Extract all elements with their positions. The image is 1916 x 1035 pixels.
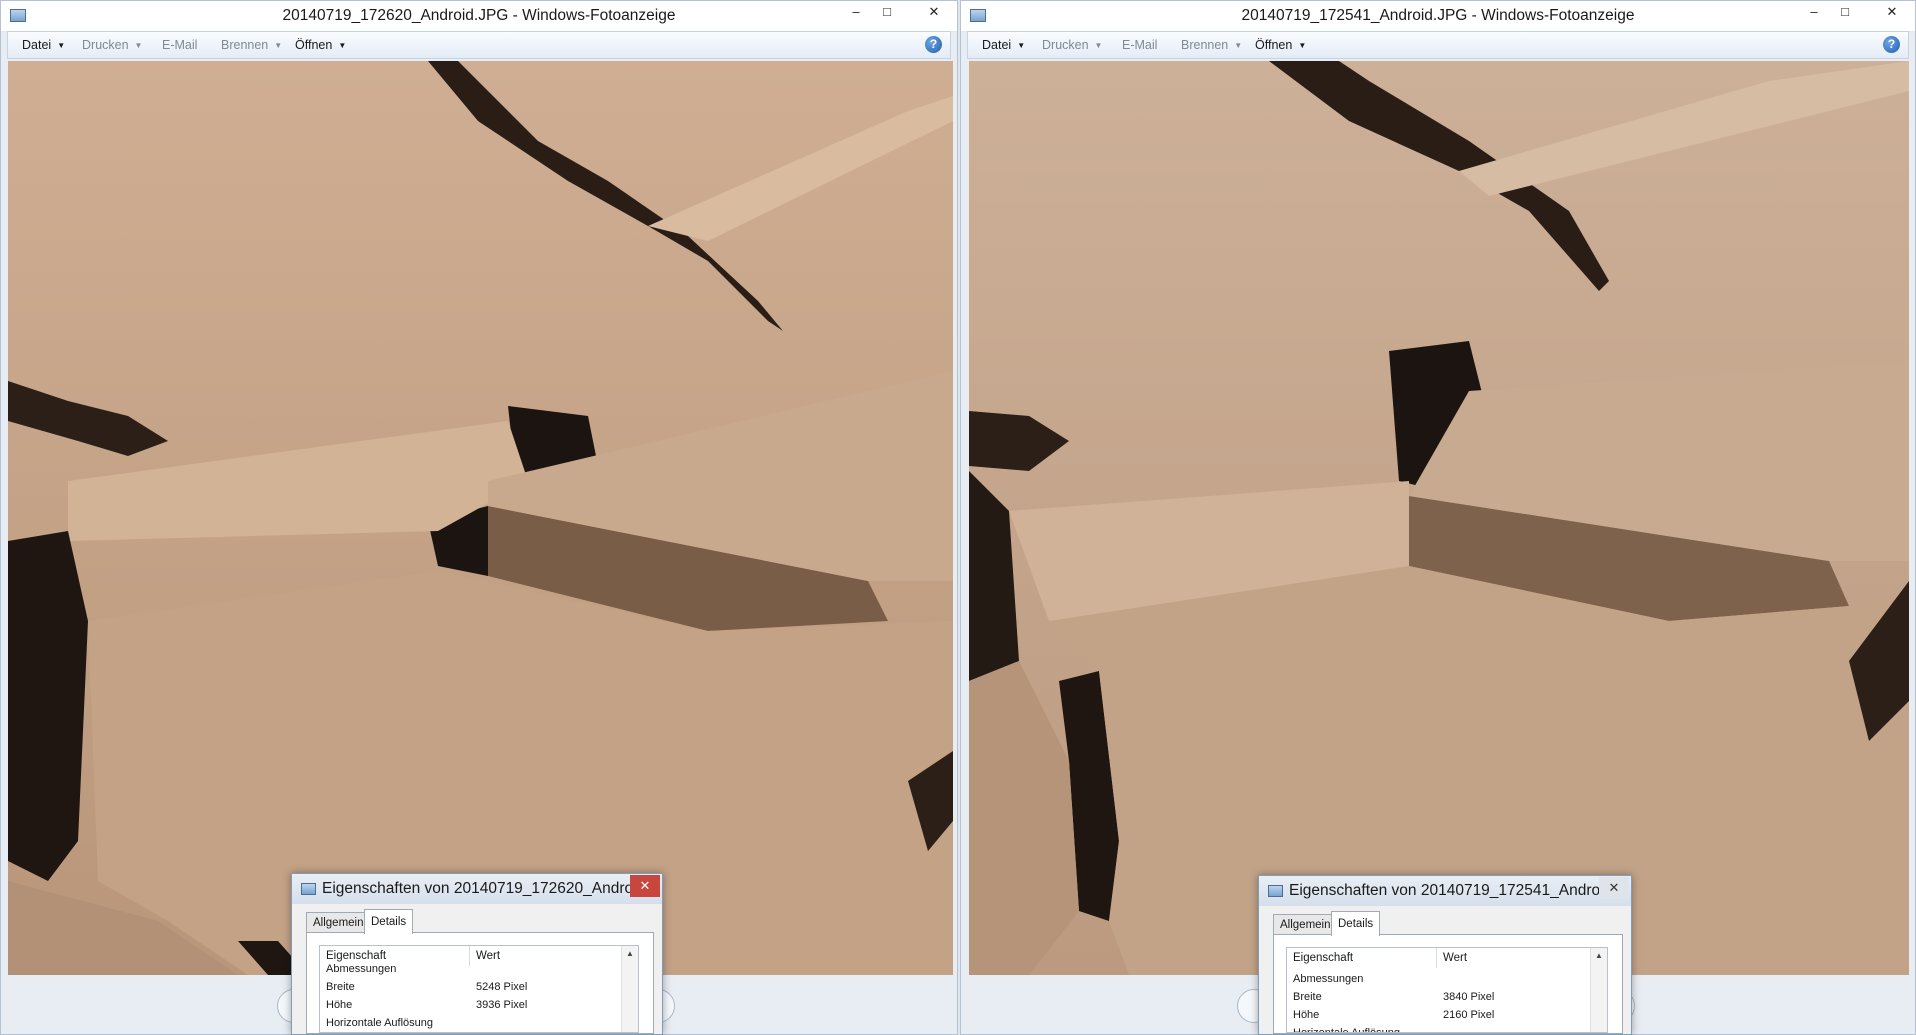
- scrollbar[interactable]: ▲: [621, 946, 638, 1032]
- tab-details[interactable]: Details: [1331, 911, 1381, 936]
- properties-table[interactable]: Eigenschaft Wert Abmessungen Breite 5248…: [319, 945, 639, 1033]
- dialog-title-bar[interactable]: Eigenschaften von 20140719_172620_Androi…: [292, 874, 662, 904]
- table-row[interactable]: Horizontale Auflösung: [1287, 1024, 1591, 1033]
- chevron-down-icon: ▼: [274, 41, 283, 50]
- property-name: Breite: [1293, 991, 1322, 1003]
- help-icon[interactable]: ?: [925, 36, 942, 53]
- chevron-down-icon: ▼: [134, 41, 143, 50]
- table-row[interactable]: Horizontale Auflösung: [320, 1014, 622, 1032]
- photo-display[interactable]: [969, 61, 1909, 975]
- dialog-close-button[interactable]: ✕: [630, 875, 660, 897]
- window-title: 20140719_172620_Android.JPG - Windows-Fo…: [282, 7, 676, 24]
- property-value: 3936 Pixel: [476, 999, 528, 1011]
- table-row[interactable]: Abmessungen: [1287, 970, 1591, 988]
- window-title: 20140719_172541_Android.JPG - Windows-Fo…: [1241, 7, 1635, 24]
- menu-print[interactable]: Drucken ▼: [82, 38, 142, 52]
- column-header-value[interactable]: Wert: [1437, 948, 1591, 968]
- details-panel: Eigenschaft Wert Abmessungen Breite 5248…: [306, 932, 654, 1034]
- menu-email[interactable]: E-Mail: [162, 38, 197, 52]
- menu-burn[interactable]: Brennen ▼: [1181, 38, 1242, 52]
- properties-dialog-right: Eigenschaften von 20140719_172541_Androi…: [1258, 875, 1632, 1035]
- table-row[interactable]: Breite 5248 Pixel: [320, 978, 622, 996]
- table-row[interactable]: Höhe 3936 Pixel: [320, 996, 622, 1014]
- chevron-down-icon: ▼: [338, 41, 347, 50]
- menu-file-label: Datei: [982, 38, 1012, 52]
- photo-display[interactable]: [8, 61, 953, 975]
- dialog-close-button[interactable]: ✕: [1599, 877, 1629, 899]
- cracked-mud-photo: [969, 61, 1909, 975]
- scroll-up-icon[interactable]: ▲: [622, 949, 638, 958]
- table-row[interactable]: Höhe 2160 Pixel: [1287, 1006, 1591, 1024]
- dialog-title: Eigenschaften von 20140719_172541_Androi…: [1289, 882, 1617, 899]
- chevron-down-icon: ▼: [1094, 41, 1103, 50]
- chevron-down-icon: ▼: [57, 41, 66, 50]
- minimize-button[interactable]: –: [841, 1, 871, 23]
- command-bar: Datei ▼ Drucken ▼ E-Mail Brennen ▼ Öffnen ▼ …: [7, 31, 951, 59]
- column-header-property[interactable]: Eigenschaft: [1287, 948, 1437, 968]
- menu-open[interactable]: Öffnen ▼: [295, 38, 346, 52]
- file-properties-icon: [301, 883, 316, 895]
- property-name: Breite: [326, 981, 355, 993]
- close-button[interactable]: ✕: [1869, 1, 1915, 23]
- scroll-up-icon[interactable]: ▲: [1591, 951, 1607, 960]
- menu-burn-label: Brennen: [1181, 38, 1229, 52]
- property-name: Abmessungen: [1293, 973, 1364, 985]
- chevron-down-icon: ▼: [1298, 41, 1307, 50]
- table-row[interactable]: Breite 3840 Pixel: [1287, 988, 1591, 1006]
- tab-allgemein[interactable]: Allgemein: [306, 912, 371, 933]
- menu-open-label: Öffnen: [1255, 38, 1293, 52]
- details-panel: Eigenschaft Wert Abmessungen Breite 3840…: [1273, 934, 1623, 1034]
- properties-table[interactable]: Eigenschaft Wert Abmessungen Breite 3840…: [1286, 947, 1608, 1033]
- minimize-button[interactable]: –: [1799, 1, 1829, 23]
- property-value: 5248 Pixel: [476, 981, 528, 993]
- maximize-button[interactable]: □: [872, 1, 902, 23]
- property-value: 2160 Pixel: [1443, 1009, 1495, 1021]
- file-properties-icon: [1268, 885, 1283, 897]
- menu-file[interactable]: Datei ▼: [22, 38, 65, 52]
- property-name: Horizontale Auflösung: [326, 1017, 434, 1029]
- menu-file[interactable]: Datei ▼: [982, 38, 1025, 52]
- properties-dialog-left: Eigenschaften von 20140719_172620_Androi…: [291, 873, 663, 1035]
- tab-allgemein[interactable]: Allgemein: [1273, 914, 1338, 935]
- menu-burn[interactable]: Brennen ▼: [221, 38, 282, 52]
- property-value: 3840 Pixel: [1443, 991, 1495, 1003]
- chevron-down-icon: ▼: [1017, 41, 1026, 50]
- title-bar[interactable]: 20140719_172620_Android.JPG - Windows-Fo…: [1, 1, 957, 32]
- title-bar[interactable]: 20140719_172541_Android.JPG - Windows-Fo…: [961, 1, 1915, 32]
- close-button[interactable]: ✕: [911, 1, 957, 23]
- menu-print-label: Drucken: [82, 38, 129, 52]
- menu-open-label: Öffnen: [295, 38, 333, 52]
- menu-email[interactable]: E-Mail: [1122, 38, 1157, 52]
- property-name: Horizontale Auflösung: [1293, 1027, 1401, 1033]
- tab-details[interactable]: Details: [364, 909, 414, 934]
- property-name: Höhe: [1293, 1009, 1320, 1021]
- dialog-title: Eigenschaften von 20140719_172620_Androi…: [322, 880, 650, 897]
- command-bar: Datei ▼ Drucken ▼ E-Mail Brennen ▼ Öffnen ▼ …: [967, 31, 1909, 59]
- dialog-title-bar[interactable]: Eigenschaften von 20140719_172541_Androi…: [1259, 876, 1631, 906]
- menu-print[interactable]: Drucken ▼: [1042, 38, 1102, 52]
- property-name: Abmessungen: [326, 963, 397, 975]
- maximize-button[interactable]: □: [1830, 1, 1860, 23]
- help-icon[interactable]: ?: [1883, 36, 1900, 53]
- scrollbar[interactable]: ▲: [1590, 948, 1607, 1032]
- chevron-down-icon: ▼: [1234, 41, 1243, 50]
- property-name: Höhe: [326, 999, 353, 1011]
- menu-burn-label: Brennen: [221, 38, 269, 52]
- menu-print-label: Drucken: [1042, 38, 1089, 52]
- menu-open[interactable]: Öffnen ▼: [1255, 38, 1306, 52]
- menu-file-label: Datei: [22, 38, 52, 52]
- table-row[interactable]: Abmessungen: [320, 960, 622, 978]
- cracked-mud-photo: [8, 61, 953, 975]
